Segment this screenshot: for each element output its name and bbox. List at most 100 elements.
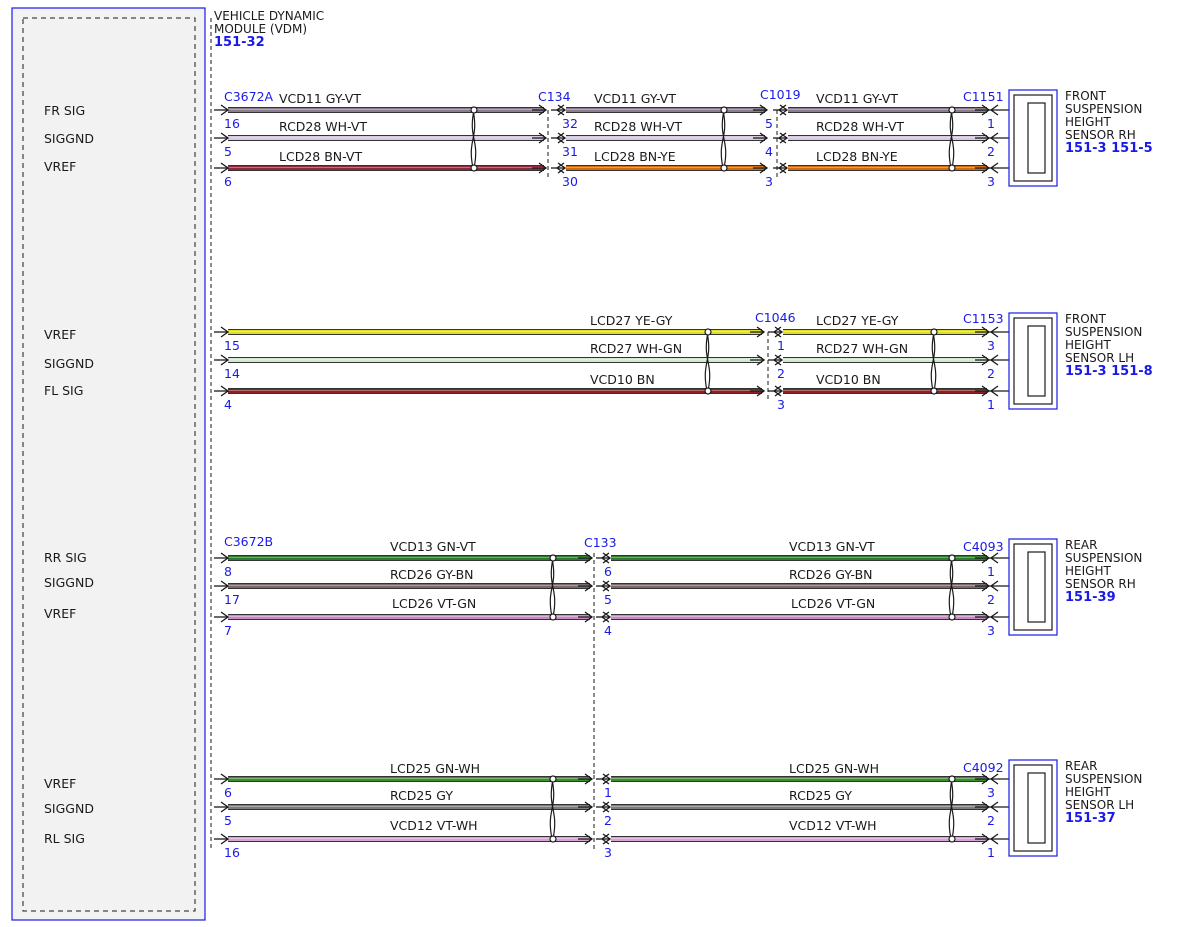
wire-circuit-label: RCD28 WH-VT xyxy=(816,119,904,134)
wire-circuit-label: LCD25 GN-WH xyxy=(789,761,879,776)
connector-label-c134[interactable]: C134 xyxy=(538,89,571,104)
twist-end-marker xyxy=(549,775,557,783)
sensor-element xyxy=(1027,772,1046,844)
twist-end-marker xyxy=(948,613,956,621)
wire-circuit-label: VCD10 BN xyxy=(590,372,655,387)
wire-circuit-label: LCD27 YE-GY xyxy=(590,313,673,328)
connector-label-c1151[interactable]: C1151 xyxy=(963,89,1004,104)
wiring-diagram: VEHICLE DYNAMIC MODULE (VDM) 151-32 FR S… xyxy=(11,7,1153,921)
connector-pin-number: 1 xyxy=(777,338,785,353)
module-pin-number: 16 xyxy=(224,845,240,860)
module-pin-number: 5 xyxy=(224,144,232,159)
module-pin-label: RL SIG xyxy=(44,831,85,846)
module-pin-label: VREF xyxy=(44,776,76,791)
connector-label-c4093[interactable]: C4093 xyxy=(963,539,1004,554)
module-pin-label: SIGGND xyxy=(44,356,94,371)
connector-pin-number: 2 xyxy=(777,366,785,381)
sensor-ref-link[interactable]: 151-39 xyxy=(1065,590,1116,605)
module-pin-number: 17 xyxy=(224,592,240,607)
sensor-ref-link[interactable]: 151-3 151-8 xyxy=(1065,364,1153,379)
connector-pin-number: 1 xyxy=(987,845,995,860)
wire-circuit-label: RCD28 WH-VT xyxy=(594,119,682,134)
module-pin-number: 6 xyxy=(224,785,232,800)
module-pin-label: FL SIG xyxy=(44,383,83,398)
connector-pin-number: 1 xyxy=(987,564,995,579)
wire-circuit-label: VCD13 GN-VT xyxy=(789,539,875,554)
connector-pin-number: 5 xyxy=(604,592,612,607)
module-pin-number: 7 xyxy=(224,623,232,638)
module-pin-label: SIGGND xyxy=(44,575,94,590)
sensor-name-line: HEIGHT xyxy=(1065,564,1111,578)
connector-pin-number: 30 xyxy=(562,174,578,189)
sensor-element xyxy=(1027,325,1046,397)
connector-label-c3672b[interactable]: C3672B xyxy=(224,534,273,549)
wire-circuit-label: RCD25 GY xyxy=(390,788,453,803)
sensor-ref-link[interactable]: 151-37 xyxy=(1065,811,1116,826)
connector-pin-number: 4 xyxy=(604,623,612,638)
wire-circuit-label: VCD12 VT-WH xyxy=(390,818,478,833)
module-pin-label: SIGGND xyxy=(44,801,94,816)
sensor-name-line: SENSOR RH xyxy=(1065,128,1136,142)
module-pin-label: VREF xyxy=(44,159,76,174)
wire-circuit-label: LCD26 VT-GN xyxy=(791,596,875,611)
twist-end-marker xyxy=(704,328,712,336)
connector-pin-number: 2 xyxy=(987,592,995,607)
twist-end-marker xyxy=(948,835,956,843)
connector-label-c1153[interactable]: C1153 xyxy=(963,311,1004,326)
wire-circuit-label: LCD26 VT-GN xyxy=(392,596,476,611)
twist-end-marker xyxy=(549,613,557,621)
connector-pin-number: 3 xyxy=(987,785,995,800)
wire-circuit-label: VCD13 GN-VT xyxy=(390,539,476,554)
connector-label-c1046[interactable]: C1046 xyxy=(755,310,796,325)
sensor-name-line: SENSOR RH xyxy=(1065,577,1136,591)
module-pin-label: RR SIG xyxy=(44,550,87,565)
wire-circuit-label: VCD11 GY-VT xyxy=(594,91,676,106)
wire-circuit-label: VCD11 GY-VT xyxy=(279,91,361,106)
module-pin-number: 5 xyxy=(224,813,232,828)
module-title-line1: VEHICLE DYNAMIC xyxy=(214,9,324,23)
twist-end-marker xyxy=(549,554,557,562)
vdm-module: VEHICLE DYNAMIC MODULE (VDM) 151-32 FR S… xyxy=(11,7,324,921)
wire-circuit-label: LCD28 BN-YE xyxy=(594,149,676,164)
sensor-ref-link[interactable]: 151-3 151-5 xyxy=(1065,141,1153,156)
twist-end-marker xyxy=(948,775,956,783)
connector-pin-number: 31 xyxy=(562,144,578,159)
sensor-name-line: SENSOR LH xyxy=(1065,351,1134,365)
module-pin-number: 4 xyxy=(224,397,232,412)
wire-circuit-label: RCD27 WH-GN xyxy=(590,341,682,356)
twist-end-marker xyxy=(470,164,478,172)
module-pin-number: 6 xyxy=(224,174,232,189)
module-pin-number: 15 xyxy=(224,338,240,353)
connector-pin-number: 2 xyxy=(987,813,995,828)
connector-pin-number: 1 xyxy=(987,397,995,412)
connector-pin-number: 3 xyxy=(765,174,773,189)
twist-end-marker xyxy=(549,835,557,843)
connector-label-c1019[interactable]: C1019 xyxy=(760,87,801,102)
twist-end-marker xyxy=(930,387,938,395)
module-pin-label: SIGGND xyxy=(44,131,94,146)
module-ref-link[interactable]: 151-32 xyxy=(214,35,265,50)
module-pin-label: VREF xyxy=(44,606,76,621)
sensor-name-line: REAR xyxy=(1065,538,1097,552)
twist-end-marker xyxy=(948,554,956,562)
wire-circuit-label: RCD25 GY xyxy=(789,788,852,803)
wire-circuit-label: VCD12 VT-WH xyxy=(789,818,877,833)
wire-circuit-label: RCD26 GY-BN xyxy=(789,567,873,582)
sensor-name-line: SUSPENSION xyxy=(1065,325,1142,339)
connector-pin-number: 3 xyxy=(987,623,995,638)
connector-label-c3672a[interactable]: C3672A xyxy=(224,89,274,104)
sensor-name-line: SUSPENSION xyxy=(1065,772,1142,786)
wire-circuit-label: LCD28 BN-YE xyxy=(816,149,898,164)
twist-end-marker xyxy=(720,164,728,172)
twist-end-marker xyxy=(948,106,956,114)
module-pin-number: 8 xyxy=(224,564,232,579)
sensor-name-line: HEIGHT xyxy=(1065,115,1111,129)
sensor-element xyxy=(1027,102,1046,174)
sensor-name-line: FRONT xyxy=(1065,312,1107,326)
connector-pin-number: 5 xyxy=(765,116,773,131)
twist-end-marker xyxy=(948,164,956,172)
connector-label-c133[interactable]: C133 xyxy=(584,535,617,550)
connector-pin-number: 3 xyxy=(987,338,995,353)
connector-label-c4092[interactable]: C4092 xyxy=(963,760,1004,775)
diagram-labels: C3672A C134 C1019 C1151 VCD11 GY-VT RCD28 WH-… xyxy=(224,87,1153,860)
